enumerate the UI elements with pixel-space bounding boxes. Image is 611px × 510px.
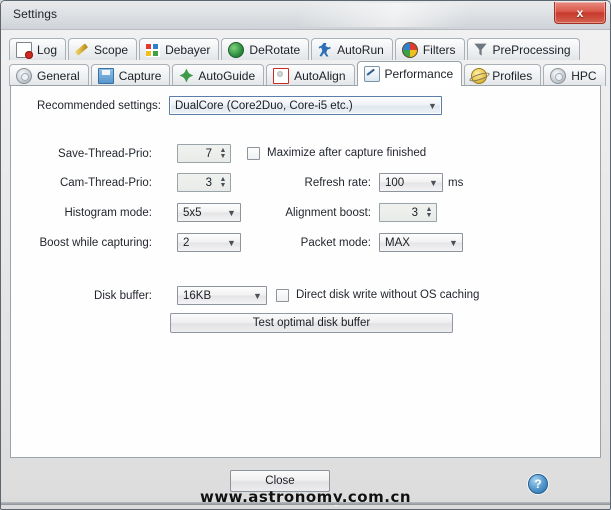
profiles-icon [471, 67, 488, 84]
alignment-boost-stepper[interactable]: 3 ▲ ▼ [379, 203, 437, 222]
histogram-mode-select[interactable]: 5x5 ▼ [177, 203, 241, 222]
alignment-boost-label: Alignment boost: [285, 207, 371, 219]
tab-filters[interactable]: Filters [394, 38, 465, 60]
spinner-arrows-icon[interactable]: ▲ ▼ [216, 176, 230, 188]
help-icon[interactable]: ? [528, 474, 548, 494]
debayer-icon [146, 42, 161, 57]
tab-row-secondary: General Capture AutoGuide AutoAlign Perf… [9, 61, 606, 86]
chevron-down-icon: ▼ [428, 100, 437, 111]
tab-strip: Log Scope Debayer DeRotate AutoRun Filte… [1, 30, 610, 86]
window-close-button[interactable]: x [554, 2, 606, 24]
tab-label: DeRotate [249, 42, 301, 57]
save-thread-prio-label: Save-Thread-Prio: [58, 148, 152, 160]
tab-log[interactable]: Log [9, 38, 67, 60]
tab-debayer[interactable]: Debayer [139, 38, 220, 60]
tab-label: Performance [384, 67, 454, 81]
tab-label: PreProcessing [492, 42, 571, 57]
maximize-after-capture-checkbox[interactable] [247, 147, 260, 160]
tab-label: Capture [118, 68, 162, 83]
chevron-down-icon: ▼ [429, 177, 438, 188]
spinner-arrows-icon[interactable]: ▲ ▼ [422, 206, 436, 218]
autorun-icon [318, 42, 331, 57]
hpc-icon [550, 67, 567, 84]
tab-label: AutoRun [337, 42, 384, 57]
preprocessing-icon [474, 43, 487, 56]
titlebar-gloss [300, 3, 540, 27]
boost-while-capturing-value: 2 [183, 236, 190, 249]
histogram-mode-value: 5x5 [183, 206, 202, 219]
tab-performance[interactable]: Performance [356, 61, 463, 86]
close-button[interactable]: Close [230, 470, 330, 492]
tab-derotate[interactable]: DeRotate [221, 38, 310, 60]
window-title: Settings [13, 7, 58, 21]
autoalign-icon [273, 67, 290, 84]
save-thread-prio-value: 7 [205, 147, 212, 160]
histogram-mode-label: Histogram mode: [64, 207, 152, 219]
cam-thread-prio-label: Cam-Thread-Prio: [59, 177, 152, 189]
recommended-settings-label: Recommended settings: [37, 100, 162, 112]
refresh-rate-select[interactable]: 100 ▼ [379, 173, 443, 192]
chevron-down-icon: ▼ [227, 237, 236, 248]
title-bar: Settings x [1, 1, 610, 30]
cam-thread-prio-stepper[interactable]: 3 ▲ ▼ [177, 173, 231, 192]
spinner-arrows-icon[interactable]: ▲ ▼ [216, 147, 230, 159]
tab-label: Log [37, 42, 58, 57]
tab-label: AutoGuide [198, 68, 256, 83]
performance-panel: Recommended settings: DualCore (Core2Duo… [10, 85, 601, 458]
scope-icon [74, 42, 89, 57]
tab-row-primary: Log Scope Debayer DeRotate AutoRun Filte… [9, 35, 604, 60]
tab-label: AutoAlign [294, 68, 346, 83]
packet-mode-select[interactable]: MAX ▼ [379, 233, 463, 252]
tab-capture[interactable]: Capture [90, 64, 171, 86]
tab-autoguide[interactable]: AutoGuide [172, 64, 265, 86]
chevron-down-icon: ▼ [449, 237, 458, 248]
tab-label: Debayer [165, 42, 211, 57]
tab-label: HPC [571, 68, 597, 83]
tab-label: Scope [94, 42, 129, 57]
packet-mode-label: Packet mode: [300, 237, 371, 249]
save-thread-prio-stepper[interactable]: 7 ▲ ▼ [177, 144, 231, 163]
capture-icon [97, 67, 114, 84]
log-icon [16, 41, 33, 59]
settings-window: Settings x Log Scope Debayer DeRotate Au… [0, 0, 611, 510]
chevron-down-icon: ▼ [253, 290, 262, 301]
refresh-rate-value: 100 [385, 176, 405, 189]
autoguide-icon [179, 68, 194, 83]
tab-label: General [37, 68, 80, 83]
direct-disk-write-label: Direct disk write without OS caching [296, 289, 480, 301]
tab-scope[interactable]: Scope [68, 38, 138, 60]
disk-buffer-label: Disk buffer: [94, 290, 152, 302]
recommended-settings-value: DualCore (Core2Duo, Core-i5 etc.) [175, 99, 353, 112]
tab-label: Filters [422, 42, 456, 57]
tab-hpc[interactable]: HPC [543, 64, 606, 86]
packet-mode-value: MAX [385, 236, 410, 249]
boost-while-capturing-select[interactable]: 2 ▼ [177, 233, 241, 252]
filters-icon [401, 41, 418, 58]
tab-autorun[interactable]: AutoRun [311, 38, 393, 60]
cam-thread-prio-value: 3 [205, 176, 212, 189]
refresh-rate-label: Refresh rate: [304, 177, 371, 189]
refresh-rate-unit: ms [448, 177, 464, 189]
disk-buffer-select[interactable]: 16KB ▼ [177, 286, 267, 305]
tab-label: Profiles [492, 68, 533, 83]
direct-disk-write-checkbox[interactable] [276, 289, 289, 302]
test-optimal-disk-buffer-button[interactable]: Test optimal disk buffer [170, 313, 453, 333]
close-icon: x [576, 5, 584, 20]
maximize-after-capture-label: Maximize after capture finished [267, 147, 427, 159]
chevron-down-icon: ▼ [227, 207, 236, 218]
tab-preprocessing[interactable]: PreProcessing [466, 38, 580, 60]
general-icon [16, 67, 32, 84]
tab-autoalign[interactable]: AutoAlign [266, 64, 355, 86]
watermark-rule [1, 502, 610, 505]
tab-general[interactable]: General [9, 64, 89, 86]
recommended-settings-select[interactable]: DualCore (Core2Duo, Core-i5 etc.) ▼ [169, 96, 442, 115]
boost-while-capturing-label: Boost while capturing: [39, 237, 152, 249]
content-panel-wrapper: Recommended settings: DualCore (Core2Duo… [1, 85, 610, 458]
alignment-boost-value: 3 [411, 206, 418, 219]
derotate-icon [228, 41, 245, 58]
performance-icon [363, 66, 380, 82]
disk-buffer-value: 16KB [183, 289, 212, 302]
tab-profiles[interactable]: Profiles [464, 64, 542, 86]
